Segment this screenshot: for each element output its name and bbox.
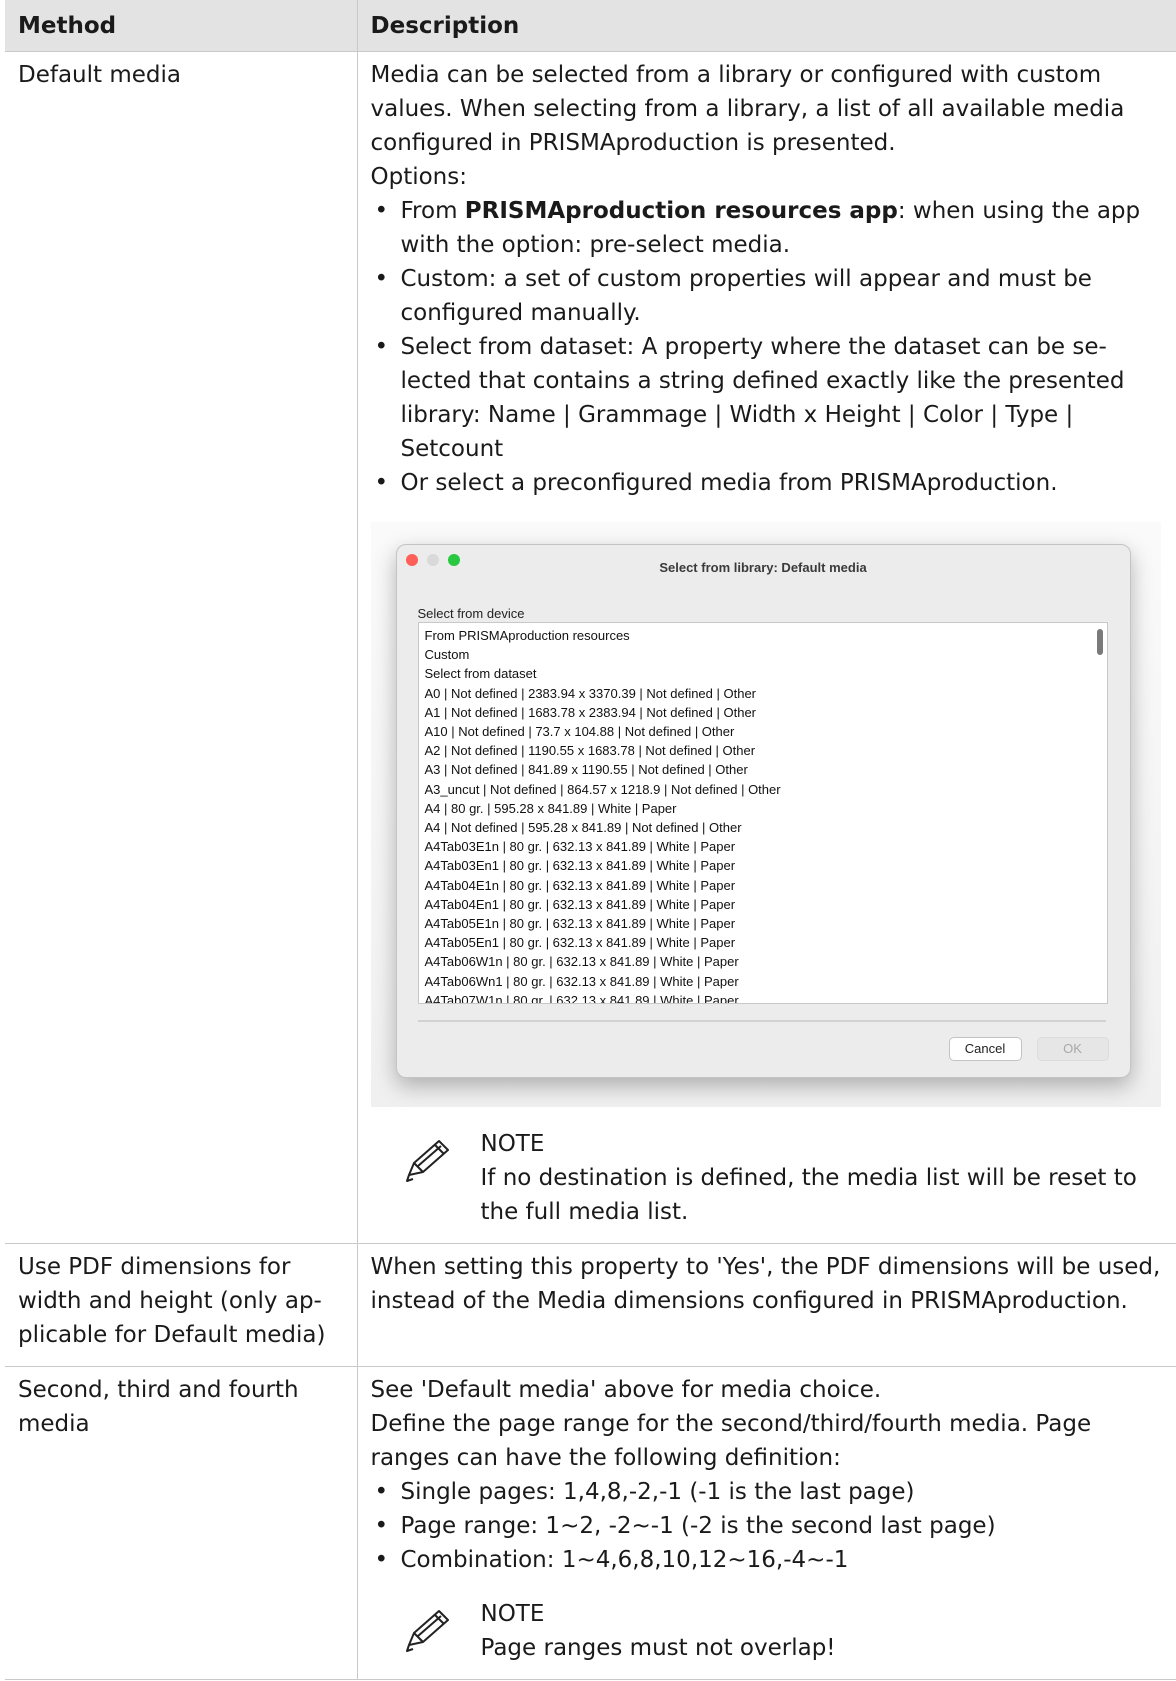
list-item: Single pages: 1,4,8,-2,-1 (-1 is the las… [371,1475,1164,1509]
list-item[interactable]: A4Tab07W1n | 80 gr. | 632.13 x 841.89 | … [419,991,781,1003]
list-item[interactable]: A4Tab04En1 | 80 gr. | 632.13 x 841.89 | … [419,895,781,914]
media-list-rows: From PRISMAproduction resources Custom Sel… [419,626,781,1003]
divider [417,1020,1106,1022]
list-item[interactable]: Select from dataset [419,664,781,683]
description-cell: Media can be selected from a library or … [357,51,1176,1244]
page-range-text: Define the page range for the second/thi… [370,1411,1092,1471]
list-item[interactable]: A3 | Not defined | 841.89 x 1190.55 | No… [419,760,781,779]
list-item[interactable]: A4Tab05En1 | 80 gr. | 632.13 x 841.89 | … [419,933,781,952]
note-title: NOTE [480,1601,545,1627]
list-item[interactable]: A4Tab06W1n | 80 gr. | 632.13 x 841.89 | … [419,952,781,971]
list-item[interactable]: A4Tab03En1 | 80 gr. | 632.13 x 841.89 | … [419,856,781,875]
intro-text: Media can be selected from a library or … [370,62,1125,156]
list-item: Select from dataset: A property where th… [371,330,1164,466]
pencil-icon [405,1610,449,1652]
note-box: NOTE Page ranges must not overlap! [371,1597,1164,1665]
list-item[interactable]: A4Tab05E1n | 80 gr. | 632.13 x 841.89 | … [419,914,781,933]
note-text: If no destination is defined, the media … [480,1165,1137,1225]
description-cell: When setting this property to 'Yes', the… [357,1243,1176,1367]
list-item[interactable]: A4Tab03E1n | 80 gr. | 632.13 x 841.89 | … [419,837,781,856]
options-list: From PRISMAproduction resources app: whe… [371,194,1164,500]
table-row: Default media Media can be selected from… [5,51,1176,1244]
see-default-text: See 'Default media' above for media choi… [370,1377,882,1403]
list-item[interactable]: A3_uncut | Not defined | 864.57 x 1218.9… [419,780,781,799]
options-label: Options: [370,164,468,190]
method-cell: Second, third and fourth media [5,1366,358,1680]
list-item[interactable]: A4Tab04E1n | 80 gr. | 632.13 x 841.89 | … [419,876,781,895]
list-item[interactable]: A1 | Not defined | 1683.78 x 2383.94 | N… [419,703,781,722]
list-item: Page range: 1~2, -2~-1 (-2 is the second… [371,1509,1164,1543]
select-library-dialog: Select from library: Default media Selec… [395,544,1131,1078]
list-item[interactable]: A4Tab06Wn1 | 80 gr. | 632.13 x 841.89 | … [419,972,781,991]
list-item: Combination: 1~4,6,8,10,12~16,-4~-1 [371,1543,1164,1577]
scrollbar-thumb[interactable] [1096,629,1103,655]
header-description: Description [357,0,1176,52]
range-list: Single pages: 1,4,8,-2,-1 (-1 is the las… [371,1475,1164,1577]
description-cell: See 'Default media' above for media choi… [357,1366,1176,1680]
header-method: Method [5,0,358,52]
list-item[interactable]: A4 | Not defined | 595.28 x 841.89 | Not… [419,818,781,837]
table-row: Use PDF dimensions for width and height … [5,1243,1176,1367]
method-cell: Default media [5,51,358,1244]
list-item[interactable]: Custom [419,645,781,664]
media-options-table: Method Description Default media Media c… [5,0,1176,1680]
list-item[interactable]: From PRISMAproduction resources [419,626,781,645]
ok-button[interactable]: OK [1036,1037,1109,1061]
list-item: Custom: a set of custom properties will … [371,262,1164,330]
pencil-icon [405,1140,449,1182]
table-header-row: Method Description [5,0,1176,52]
bullet-text: From [400,198,465,224]
dialog-screenshot: Select from library: Default media Selec… [370,522,1161,1107]
note-box: NOTE If no destination is defined, the m… [371,1127,1164,1229]
bullet-bold: PRISMAproduction resources app [464,198,898,224]
dialog-title: Select from library: Default media [659,560,867,575]
list-item[interactable]: A10 | Not defined | 73.7 x 104.88 | Not … [419,722,781,741]
list-item[interactable]: A2 | Not defined | 1190.55 x 1683.78 | N… [419,741,781,760]
note-text: Page ranges must not overlap! [480,1635,836,1661]
cancel-button[interactable]: Cancel [948,1037,1022,1061]
media-list[interactable]: From PRISMAproduction resources Custom Sel… [417,622,1108,1004]
method-cell: Use PDF dimensions for width and height … [5,1243,358,1367]
list-item: Or select a preconfigured media from PRI… [371,466,1164,500]
list-item[interactable]: A4 | 80 gr. | 595.28 x 841.89 | White | … [419,799,781,818]
list-item: From PRISMAproduction resources app: whe… [371,194,1164,262]
table-row: Second, third and fourth media See 'Defa… [5,1366,1176,1680]
note-title: NOTE [480,1131,545,1157]
list-item[interactable]: A0 | Not defined | 2383.94 x 3370.39 | N… [419,684,781,703]
